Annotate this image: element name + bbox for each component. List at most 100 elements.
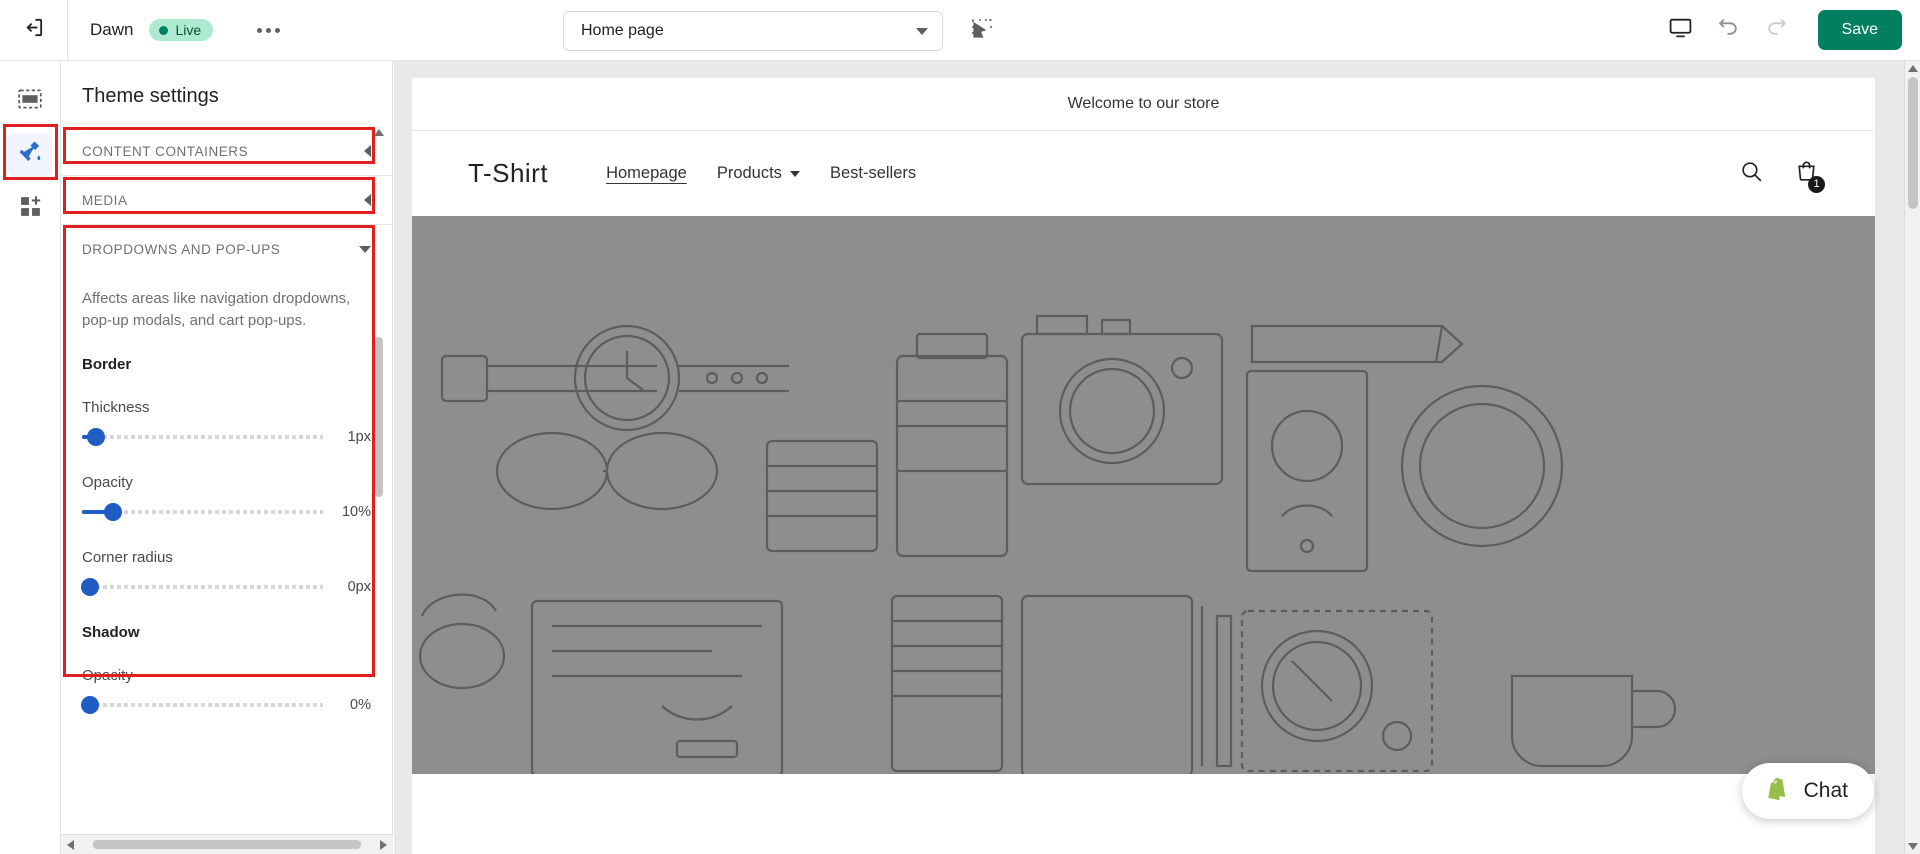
shopify-bag-icon	[1762, 774, 1792, 809]
slider-value: 0%	[350, 697, 371, 713]
sidebar-item-sections[interactable]	[8, 79, 52, 123]
group-title-border: Border	[82, 356, 132, 373]
preview-vertical-scrollbar[interactable]	[1904, 61, 1920, 854]
desktop-preview-button[interactable]	[1660, 9, 1702, 51]
settings-scroll-area: CONTENT CONTAINERS MEDIA DROPDOWNS AND P…	[61, 127, 393, 782]
cart-button[interactable]: 1	[1794, 159, 1825, 193]
theme-name: Dawn	[90, 20, 134, 39]
scroll-down-arrow-icon[interactable]	[1908, 843, 1918, 850]
field-corner-radius: Corner radius 0px	[81, 549, 371, 596]
section-media[interactable]: MEDIA	[61, 176, 393, 225]
section-content-containers[interactable]: CONTENT CONTAINERS	[61, 127, 393, 176]
slider-track	[82, 585, 323, 589]
cart-count-badge: 1	[1808, 175, 1825, 193]
scrollbar-thumb[interactable]	[1908, 77, 1918, 209]
field-label: Thickness	[82, 399, 150, 416]
hero-banner	[412, 216, 1875, 774]
section-label: DROPDOWNS AND POP-UPS	[82, 242, 281, 257]
field-border-opacity: Opacity 10%	[82, 474, 371, 521]
slider-value: 0px	[347, 579, 371, 595]
store-preview: Welcome to our store T-Shirt Homepage Pr…	[394, 61, 1920, 854]
search-icon[interactable]	[1739, 159, 1764, 189]
slider-value: 1px	[347, 429, 371, 445]
store-actions: 1	[1739, 159, 1825, 193]
status-badge-label: Live	[175, 22, 202, 38]
slider-row: 0%	[81, 696, 371, 714]
slider-row: 1px	[82, 428, 371, 446]
section-label: MEDIA	[82, 192, 128, 208]
slider-thumb[interactable]	[104, 503, 123, 521]
exit-editor-button[interactable]	[0, 0, 68, 60]
redo-button[interactable]	[1756, 9, 1798, 51]
sidebar-item-apps[interactable]	[8, 187, 52, 231]
nav-link-best-sellers[interactable]: Best-sellers	[830, 164, 916, 183]
store-logo[interactable]: T-Shirt	[468, 158, 548, 189]
slider-track	[82, 703, 323, 707]
desktop-preview-icon	[1668, 15, 1693, 45]
exit-left-icon	[22, 16, 45, 44]
field-label: Corner radius	[82, 549, 173, 566]
undo-icon	[1716, 15, 1741, 45]
page-selector-value: Home page	[581, 22, 664, 39]
theme-settings-panel: Theme settings CONTENT CONTAINERS MEDIA …	[61, 61, 393, 854]
chevron-down-icon	[916, 27, 928, 35]
corner-radius-slider[interactable]	[81, 578, 323, 596]
chat-label: Chat	[1803, 779, 1848, 802]
apps-add-icon	[18, 194, 43, 224]
thickness-slider[interactable]	[82, 428, 323, 446]
scroll-left-arrow-icon[interactable]	[67, 839, 74, 850]
field-shadow-opacity: Opacity 0%	[81, 667, 371, 714]
preview-frame: Welcome to our store T-Shirt Homepage Pr…	[412, 78, 1875, 854]
chevron-down-icon	[359, 246, 371, 253]
slider-thumb[interactable]	[81, 696, 99, 714]
section-description: Affects areas like navigation dropdowns,…	[82, 290, 351, 329]
theme-info: Dawn Live	[68, 18, 290, 43]
section-label: CONTENT CONTAINERS	[82, 143, 249, 159]
page-selector-group: Home page	[563, 11, 1001, 51]
scroll-right-arrow-icon[interactable]	[380, 839, 387, 850]
dot-3	[275, 27, 281, 33]
store-header: T-Shirt Homepage Products Best-sellers 1	[412, 131, 1875, 216]
slider-thumb[interactable]	[87, 428, 106, 446]
dropdowns-section-body: Affects areas like navigation dropdowns,…	[61, 274, 393, 760]
sidebar-item-theme-settings[interactable]	[8, 133, 52, 177]
scrollbar-thumb[interactable]	[375, 337, 383, 497]
announcement-bar: Welcome to our store	[412, 78, 1875, 131]
dot-1	[257, 27, 263, 33]
chevron-left-icon	[364, 194, 371, 206]
page-title: Theme settings	[82, 85, 219, 107]
nav-link-products[interactable]: Products	[717, 164, 800, 183]
status-badge: Live	[149, 19, 214, 41]
more-options-button[interactable]	[247, 18, 290, 43]
shopify-chat-widget[interactable]: Chat	[1741, 763, 1874, 819]
save-button[interactable]: Save	[1817, 10, 1902, 50]
border-opacity-slider[interactable]	[82, 503, 323, 521]
chevron-down-icon	[789, 170, 800, 177]
panel-horizontal-scrollbar[interactable]	[61, 834, 393, 854]
slider-track	[82, 435, 323, 439]
sections-icon	[17, 86, 43, 117]
page-selector[interactable]: Home page	[563, 11, 943, 51]
slider-thumb[interactable]	[81, 578, 99, 596]
scroll-up-arrow-icon[interactable]	[374, 129, 384, 136]
shadow-opacity-slider[interactable]	[81, 696, 323, 714]
inspector-select-button[interactable]	[963, 12, 1001, 50]
section-dropdowns-and-popups[interactable]: DROPDOWNS AND POP-UPS	[61, 225, 393, 274]
slider-row: 10%	[82, 503, 371, 521]
product-illustration	[418, 314, 1677, 774]
status-dot-icon	[159, 25, 169, 35]
panel-vertical-scrollbar[interactable]	[374, 127, 384, 782]
field-thickness: Thickness 1px	[82, 399, 371, 446]
scroll-up-arrow-icon[interactable]	[1907, 65, 1918, 72]
paint-brush-icon	[17, 139, 44, 171]
field-label: Opacity	[82, 474, 133, 491]
left-icon-rail	[0, 61, 61, 854]
dot-2	[266, 27, 272, 33]
undo-button[interactable]	[1708, 9, 1750, 51]
slider-row: 0px	[81, 578, 371, 596]
chevron-left-icon	[364, 145, 371, 157]
top-bar: Dawn Live Home page Save	[0, 0, 1920, 61]
scrollbar-thumb[interactable]	[93, 840, 361, 849]
nav-link-homepage[interactable]: Homepage	[606, 164, 687, 183]
nav-link-label: Products	[716, 164, 782, 182]
